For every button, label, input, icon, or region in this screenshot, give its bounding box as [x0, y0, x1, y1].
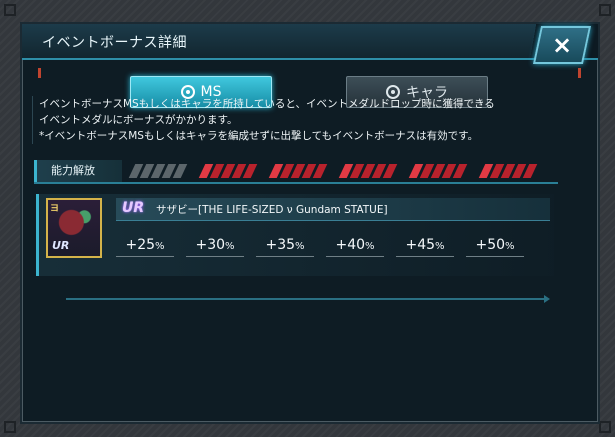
- card-accent: [36, 194, 39, 276]
- bonus-value: +45%: [396, 234, 454, 257]
- dialog-header: イベントボーナス詳細: [22, 24, 598, 60]
- release-gauge-6: [478, 164, 538, 178]
- release-gauge-4: [338, 164, 398, 178]
- ability-release-label: 能力解放: [34, 160, 122, 182]
- side-marker: [578, 68, 581, 78]
- close-button[interactable]: ×: [532, 26, 592, 64]
- release-gauge-5: [408, 164, 468, 178]
- description-line: *イベントボーナスMSもしくはキャラを編成せずに出撃してもイベントボーナスは有効…: [39, 130, 479, 142]
- rarity-badge: UR: [122, 200, 145, 216]
- dialog-panel: イベントボーナス詳細 MS キャラ イベントボーナスMSもしくはキャラを所持して…: [20, 22, 600, 424]
- unit-name: サザビー[THE LIFE-SIZED ν Gundam STATUE]: [156, 204, 388, 216]
- bonus-value: +25%: [116, 234, 174, 257]
- bonus-unit-card[interactable]: ヨ UR UR サザビー[THE LIFE-SIZED ν Gundam STA…: [36, 194, 554, 276]
- description: イベントボーナスMSもしくはキャラを所持していると、イベントメダルドロップ時に獲…: [32, 96, 559, 144]
- bonus-value: +35%: [256, 234, 314, 257]
- unit-thumbnail[interactable]: ヨ UR: [46, 198, 102, 258]
- bonus-value: +50%: [466, 234, 524, 257]
- release-gauge-3: [268, 164, 328, 178]
- side-marker: [38, 68, 41, 78]
- close-icon: ×: [551, 31, 573, 59]
- bonus-value: +40%: [326, 234, 384, 257]
- ability-release-row: 能力解放: [34, 160, 558, 184]
- thumbnail-badge: ヨ: [50, 204, 60, 214]
- card-underline: [66, 295, 550, 303]
- frame-corner: [599, 421, 611, 433]
- description-line: イベントメダルにボーナスがかかります。: [39, 114, 238, 126]
- bonus-values: +25% +30% +35% +40% +45% +50%: [116, 234, 550, 258]
- release-divider: [34, 182, 558, 184]
- frame-corner: [4, 4, 16, 16]
- release-gauge-1: [128, 164, 188, 178]
- bonus-value: +30%: [186, 234, 244, 257]
- release-gauge-2: [198, 164, 258, 178]
- frame-corner: [4, 421, 16, 433]
- unit-name-bar: UR サザビー[THE LIFE-SIZED ν Gundam STATUE]: [116, 198, 550, 221]
- thumbnail-rarity: UR: [52, 239, 70, 252]
- frame-corner: [599, 4, 611, 16]
- dialog-title: イベントボーナス詳細: [42, 35, 187, 51]
- description-line: イベントボーナスMSもしくはキャラを所持していると、イベントメダルドロップ時に獲…: [39, 98, 495, 110]
